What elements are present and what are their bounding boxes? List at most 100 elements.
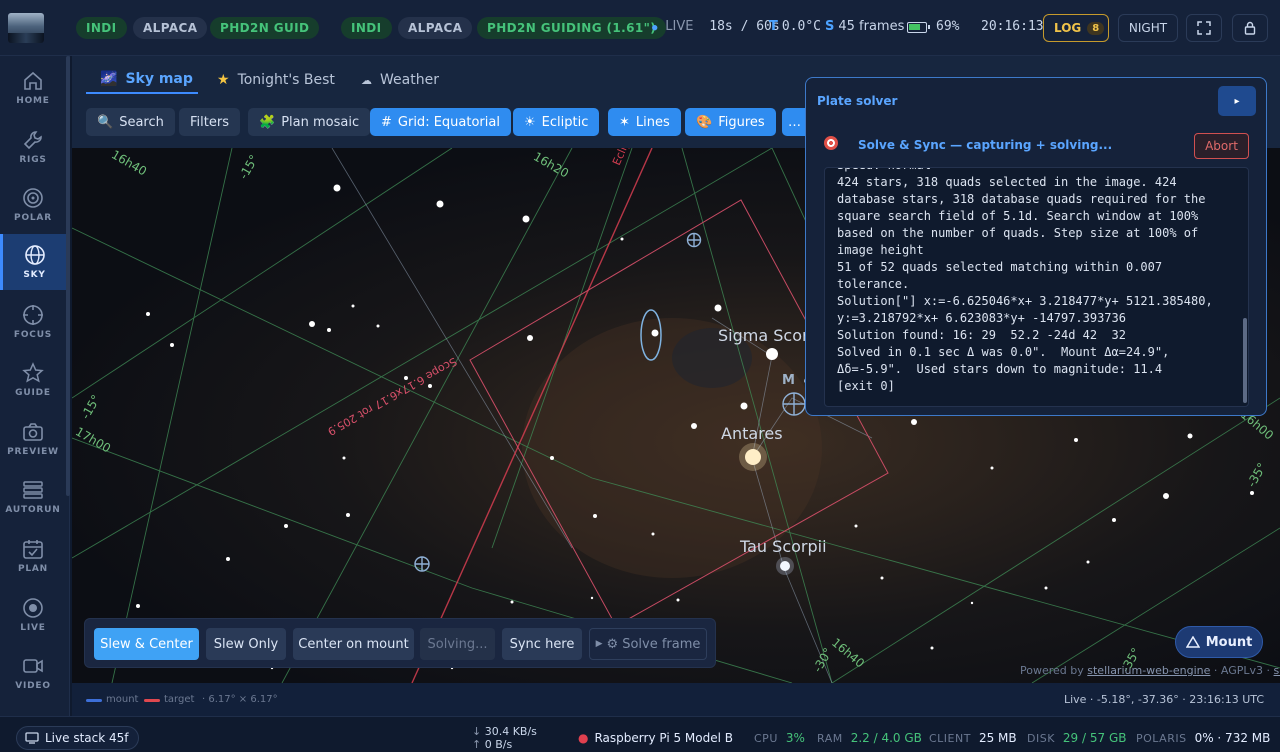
app-logo[interactable] xyxy=(8,13,44,43)
sidebar-item-live[interactable]: LIVE xyxy=(0,587,66,643)
play-icon: ▶ xyxy=(595,639,603,649)
sidebar-item-focus[interactable]: FOCUS xyxy=(0,294,66,350)
mount-legend-label: mount xyxy=(106,694,139,705)
slew-center-button[interactable]: Slew & Center xyxy=(94,628,199,660)
home-icon xyxy=(24,71,42,90)
plan-mosaic-label: Plan mosaic xyxy=(281,114,360,130)
live-stack-button[interactable]: Live stack 45f xyxy=(16,726,140,750)
phd2-guiding-pill[interactable]: PHD2N GUIDING (1.61") xyxy=(477,17,667,39)
sidebar-item-polar[interactable]: POLAR xyxy=(0,177,66,233)
client-value: 25 MB xyxy=(978,731,1017,745)
solving-button[interactable]: Solving... xyxy=(420,628,495,660)
cpu-stat: CPU 3% xyxy=(754,731,805,745)
camera-icon xyxy=(23,423,43,441)
figures-label: Figures xyxy=(718,114,765,130)
collapse-button[interactable]: ▸ xyxy=(1218,86,1256,116)
target-icon xyxy=(23,188,43,208)
sync-here-button[interactable]: Sync here xyxy=(502,628,582,660)
lock-button[interactable] xyxy=(1232,14,1268,42)
ram-key: RAM xyxy=(817,732,843,745)
lines-label: Lines xyxy=(635,114,670,130)
sidebar-item-label: POLAR xyxy=(14,213,52,223)
search-label: Search xyxy=(119,114,164,130)
figures-toggle-button[interactable]: 🎨 Figures xyxy=(685,108,776,136)
layers-icon xyxy=(23,481,43,499)
temp-value: 0.0°C xyxy=(781,19,822,34)
polaris-key: POLARIS xyxy=(1136,732,1187,745)
frames-status: S 45 frames xyxy=(825,19,904,34)
sidebar-item-plan[interactable]: PLAN xyxy=(0,528,66,584)
sidebar-item-guide[interactable]: GUIDE xyxy=(0,352,66,408)
monitor-icon xyxy=(25,732,39,744)
alpaca-pill-2[interactable]: ALPACA xyxy=(398,17,473,39)
sparkle-icon: ✶ xyxy=(619,114,630,130)
temp-key: T xyxy=(769,19,778,34)
solve-frame-button[interactable]: ▶ ⚙ Solve frame xyxy=(589,628,707,660)
tab-sky-map[interactable]: 🌌 Sky map xyxy=(86,66,198,94)
sidebar-item-home[interactable]: HOME xyxy=(0,60,66,116)
clock: 20:16:13 xyxy=(981,19,1044,34)
device-info: ● Raspberry Pi 5 Model B xyxy=(578,731,733,745)
map-legend: mount target · 6.17° × 6.17° Live · -5.1… xyxy=(72,683,1280,716)
abort-button[interactable]: Abort xyxy=(1194,133,1249,159)
sidebar-item-autorun[interactable]: AUTORUN xyxy=(0,469,66,525)
search-button[interactable]: 🔍 Search xyxy=(86,108,175,136)
mount-button[interactable]: Mount xyxy=(1175,626,1263,658)
network-throughput: ↓ 30.4 KB/s ↑ 0 B/s xyxy=(472,725,537,751)
grid-toggle-button[interactable]: # Grid: Equatorial xyxy=(370,108,511,136)
gear-icon: ⚙ xyxy=(606,636,619,652)
filters-button[interactable]: Filters xyxy=(179,108,240,136)
sidebar-item-sky[interactable]: SKY xyxy=(0,234,66,290)
alpaca-pill[interactable]: ALPACA xyxy=(133,17,208,39)
license-text: · AGPLv3 · xyxy=(1213,664,1271,677)
calendar-icon xyxy=(23,540,43,559)
more-icon: … xyxy=(788,114,801,130)
mount-label: Mount xyxy=(1205,634,1253,650)
slew-action-bar: Slew & Center Slew Only Center on mount … xyxy=(84,618,716,668)
sidebar-item-rigs[interactable]: RIGS xyxy=(0,119,66,175)
grid-label: Grid: Equatorial xyxy=(397,114,500,130)
tab-tonights-best[interactable]: ★ Tonight's Best xyxy=(217,66,335,94)
ecliptic-toggle-button[interactable]: ☀ Ecliptic xyxy=(513,108,600,136)
cloud-icon: ☁ xyxy=(361,73,372,87)
fullscreen-button[interactable] xyxy=(1186,14,1222,42)
arrow-down-icon: ↓ xyxy=(472,725,482,738)
stellarium-link[interactable]: stellarium-web-engine xyxy=(1087,664,1210,677)
globe-icon xyxy=(24,245,45,265)
indi-pill-2[interactable]: INDI xyxy=(341,17,392,39)
indi-pill[interactable]: INDI xyxy=(76,17,127,39)
log-button[interactable]: LOG 8 xyxy=(1043,14,1109,42)
sidebar-item-video[interactable]: VIDEO xyxy=(0,645,66,701)
mount-swatch xyxy=(86,699,102,702)
solver-log-scrollbar[interactable] xyxy=(1243,318,1247,403)
phd2-pill[interactable]: PHD2N GUID xyxy=(210,17,320,39)
palette-icon: 🎨 xyxy=(696,114,713,130)
temp-status: T 0.0°C xyxy=(769,19,821,34)
plate-solver-title: Plate solver xyxy=(817,94,898,108)
record-icon xyxy=(23,598,43,618)
crosshair-icon xyxy=(23,305,43,325)
plan-mosaic-button[interactable]: 🧩 Plan mosaic xyxy=(248,108,371,136)
source-link[interactable]: source xyxy=(1274,664,1280,677)
solver-log[interactable]: Speed: normal 424 stars, 318 quads selec… xyxy=(824,167,1249,407)
app-root: INDI ALPACA PHD2N GUID INDI ALPACA PHD2N… xyxy=(0,0,1280,752)
client-key: CLIENT xyxy=(929,732,971,745)
live-stack-label: Live stack 45f xyxy=(45,731,129,745)
coordinate-readout: Live · -5.18°, -37.36° · 23:16:13 UTC xyxy=(1063,693,1264,706)
cpu-key: CPU xyxy=(754,732,778,745)
center-on-mount-button[interactable]: Center on mount xyxy=(293,628,414,660)
tab-weather[interactable]: ☁ Weather xyxy=(361,66,439,94)
sidebar-scrollbar[interactable] xyxy=(66,56,70,496)
polaris-stat: POLARIS 0% · 732 MB xyxy=(1136,731,1270,745)
frames-value: 45 frames xyxy=(838,19,905,34)
night-mode-button[interactable]: NIGHT xyxy=(1118,14,1178,42)
live-status: ● LIVE 18s / 60s xyxy=(652,19,780,34)
plate-solver-panel: Plate solver ▸ Solve & Sync — capturing … xyxy=(805,77,1267,416)
tab-label: Weather xyxy=(380,72,439,88)
slew-only-button[interactable]: Slew Only xyxy=(206,628,286,660)
sidebar-item-label: GUIDE xyxy=(15,388,51,398)
lines-toggle-button[interactable]: ✶ Lines xyxy=(608,108,681,136)
frames-key: S xyxy=(825,19,835,34)
sidebar-item-preview[interactable]: PREVIEW xyxy=(0,411,66,467)
solver-log-text: Speed: normal 424 stars, 318 quads selec… xyxy=(837,168,1213,393)
